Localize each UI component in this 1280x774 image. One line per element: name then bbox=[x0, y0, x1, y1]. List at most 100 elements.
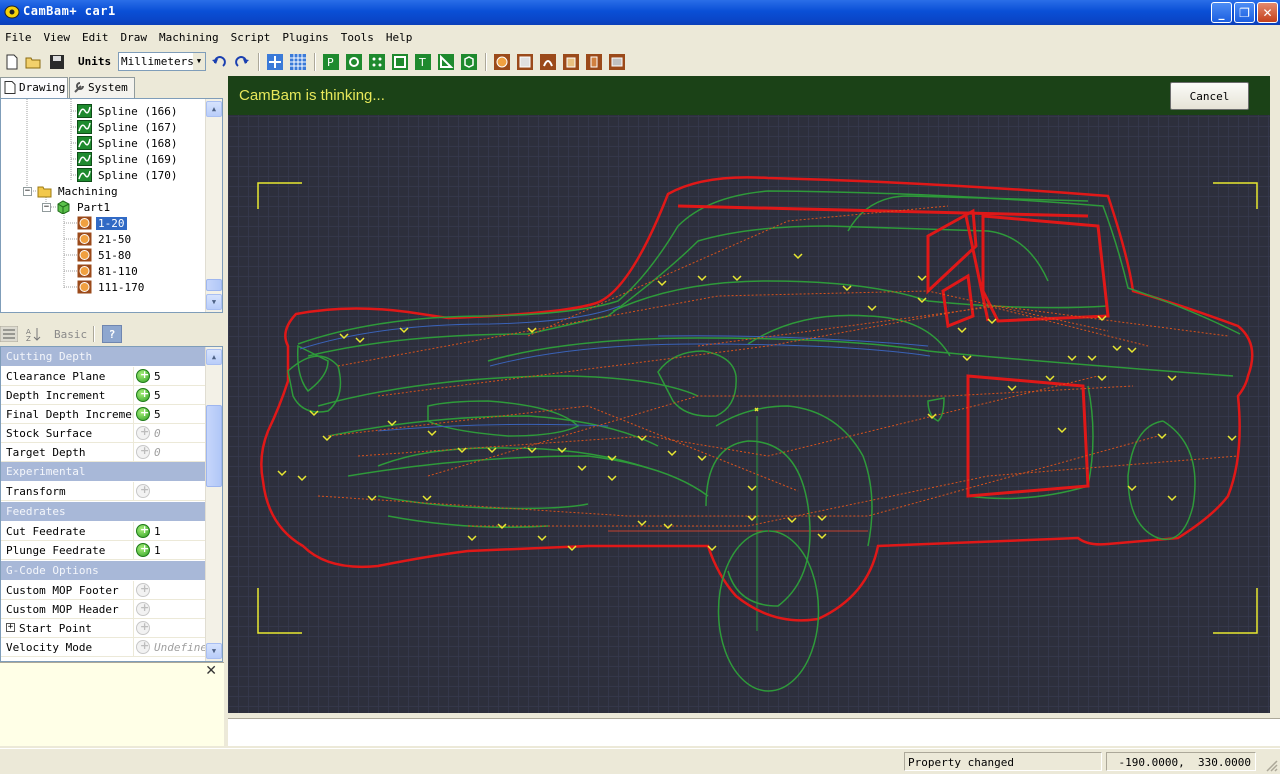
prop-default-icon[interactable] bbox=[136, 639, 150, 654]
circle-icon[interactable] bbox=[346, 54, 362, 70]
prop-row-target-depth[interactable]: Target Depth 0 bbox=[1, 443, 207, 462]
prop-row-start-point[interactable]: Start Point + bbox=[1, 619, 207, 638]
prop-row-clearance-plane[interactable]: Clearance Plane 5 bbox=[1, 367, 207, 386]
tree-item[interactable]: Spline (167) bbox=[77, 119, 179, 135]
tree-scrollbar[interactable]: ▲ ▼ bbox=[205, 99, 222, 312]
units-select[interactable]: Millimeters ▼ bbox=[118, 52, 206, 71]
prop-override-icon[interactable] bbox=[136, 368, 150, 383]
menu-plugins[interactable]: Plugins bbox=[281, 31, 336, 44]
prop-default-icon[interactable] bbox=[136, 582, 150, 597]
prop-value[interactable]: 5 bbox=[152, 405, 207, 424]
prop-override-icon[interactable] bbox=[136, 542, 150, 557]
scroll-thumb[interactable] bbox=[206, 405, 222, 487]
prop-value[interactable]: 1 bbox=[152, 541, 207, 560]
surface-icon[interactable] bbox=[438, 54, 454, 70]
menu-help[interactable]: Help bbox=[385, 31, 421, 44]
tree-mop-item[interactable]: 21-50 bbox=[77, 231, 133, 247]
prop-row-plunge-feedrate[interactable]: Plunge Feedrate 1 bbox=[1, 541, 207, 560]
basic-toggle[interactable]: Basic bbox=[54, 328, 87, 341]
3d-model-icon[interactable] bbox=[461, 54, 477, 70]
prop-value[interactable] bbox=[152, 600, 207, 619]
lathe-mop-icon[interactable] bbox=[609, 54, 625, 70]
prop-row-custom-mop-header[interactable]: Custom MOP Header bbox=[1, 600, 207, 619]
tree-item[interactable]: Spline (169) bbox=[77, 151, 179, 167]
prop-row-stock-surface[interactable]: Stock Surface 0 bbox=[1, 424, 207, 443]
menu-draw[interactable]: Draw bbox=[120, 31, 156, 44]
sort-alphabetical-icon[interactable]: AZ bbox=[25, 326, 43, 342]
category-gcode-options[interactable]: G-Code Options bbox=[1, 561, 207, 580]
open-folder-icon[interactable] bbox=[25, 54, 41, 70]
grid-icon[interactable] bbox=[290, 54, 306, 70]
tree-item[interactable]: Spline (166) bbox=[77, 103, 179, 119]
menu-edit[interactable]: Edit bbox=[81, 31, 117, 44]
points-icon[interactable] bbox=[369, 54, 385, 70]
prop-value[interactable]: Undefined bbox=[152, 638, 207, 657]
property-scrollbar[interactable]: ▲ ▼ bbox=[205, 347, 222, 661]
tree-machining[interactable]: Machining bbox=[37, 183, 120, 199]
engrave-mop-icon[interactable] bbox=[540, 54, 556, 70]
scroll-down-icon[interactable]: ▼ bbox=[206, 294, 222, 310]
prop-row-final-depth-increment[interactable]: Final Depth Increment 5 bbox=[1, 405, 207, 424]
prop-value[interactable]: 0 bbox=[152, 424, 207, 443]
tree-item[interactable]: Spline (168) bbox=[77, 135, 179, 151]
prop-row-transform[interactable]: Transform bbox=[1, 482, 207, 501]
expand-plus-icon[interactable]: + bbox=[6, 623, 15, 632]
tree-mop-item[interactable]: 111-170 bbox=[77, 279, 146, 295]
redo-icon[interactable] bbox=[234, 54, 250, 70]
maximize-button[interactable]: ❐ bbox=[1234, 2, 1255, 23]
prop-default-icon[interactable] bbox=[136, 425, 150, 440]
tree-part[interactable]: Part1 bbox=[56, 199, 112, 215]
tab-drawing[interactable]: Drawing bbox=[0, 77, 68, 98]
3d-profile-mop-icon[interactable] bbox=[586, 54, 602, 70]
scroll-up-icon[interactable]: ▲ bbox=[206, 349, 222, 365]
rectangle-icon[interactable] bbox=[392, 54, 408, 70]
prop-row-custom-mop-footer[interactable]: Custom MOP Footer bbox=[1, 581, 207, 600]
prop-value[interactable] bbox=[152, 482, 207, 501]
prop-override-icon[interactable] bbox=[136, 387, 150, 402]
message-log[interactable] bbox=[228, 718, 1280, 746]
pocket-mop-icon[interactable] bbox=[517, 54, 533, 70]
prop-row-depth-increment[interactable]: Depth Increment 5 bbox=[1, 386, 207, 405]
undo-icon[interactable] bbox=[211, 54, 227, 70]
prop-value[interactable] bbox=[152, 581, 207, 600]
close-icon[interactable]: ✕ bbox=[205, 663, 217, 679]
collapse-toggle[interactable]: − bbox=[23, 187, 32, 196]
categorized-icon[interactable] bbox=[0, 326, 18, 342]
prop-default-icon[interactable] bbox=[136, 444, 150, 459]
new-file-icon[interactable] bbox=[4, 54, 20, 70]
help-button[interactable]: ? bbox=[102, 325, 122, 343]
prop-value[interactable]: 5 bbox=[152, 367, 207, 386]
tab-system[interactable]: System bbox=[69, 77, 135, 98]
close-button[interactable]: ✕ bbox=[1257, 2, 1278, 23]
tree-mop-item[interactable]: 51-80 bbox=[77, 247, 133, 263]
prop-value[interactable]: 0 bbox=[152, 443, 207, 462]
polyline-icon[interactable]: P bbox=[323, 54, 339, 70]
profile-mop-icon[interactable] bbox=[494, 54, 510, 70]
prop-default-icon[interactable] bbox=[136, 620, 150, 635]
drill-mop-icon[interactable] bbox=[563, 54, 579, 70]
drawing-tree[interactable]: Spline (166) Spline (167) Spline (168) S… bbox=[0, 98, 223, 313]
prop-value[interactable] bbox=[152, 619, 207, 638]
prop-value[interactable]: 5 bbox=[152, 386, 207, 405]
tree-mop-item[interactable]: 81-110 bbox=[77, 263, 140, 279]
scroll-down-icon[interactable]: ▼ bbox=[206, 643, 222, 659]
category-feedrates[interactable]: Feedrates bbox=[1, 502, 207, 521]
menu-script[interactable]: Script bbox=[230, 31, 279, 44]
snap-icon[interactable] bbox=[267, 54, 283, 70]
text-icon[interactable]: T bbox=[415, 54, 431, 70]
prop-row-cut-feedrate[interactable]: Cut Feedrate 1 bbox=[1, 522, 207, 541]
save-icon[interactable] bbox=[49, 54, 65, 70]
category-experimental[interactable]: Experimental bbox=[1, 462, 207, 481]
prop-default-icon[interactable] bbox=[136, 601, 150, 616]
prop-override-icon[interactable] bbox=[136, 523, 150, 538]
prop-row-velocity-mode[interactable]: Velocity Mode Undefined bbox=[1, 638, 207, 657]
collapse-toggle[interactable]: − bbox=[42, 203, 51, 212]
scroll-thumb[interactable] bbox=[206, 279, 222, 291]
category-cutting-depth[interactable]: Cutting Depth bbox=[1, 347, 207, 366]
tree-item[interactable]: Spline (170) bbox=[77, 167, 179, 183]
menu-file[interactable]: File bbox=[4, 31, 40, 44]
prop-override-icon[interactable] bbox=[136, 406, 150, 421]
drawing-canvas[interactable]: CamBam is thinking... Cancel bbox=[228, 76, 1270, 713]
scroll-up-icon[interactable]: ▲ bbox=[206, 101, 222, 117]
minimize-button[interactable]: _ bbox=[1211, 2, 1232, 23]
